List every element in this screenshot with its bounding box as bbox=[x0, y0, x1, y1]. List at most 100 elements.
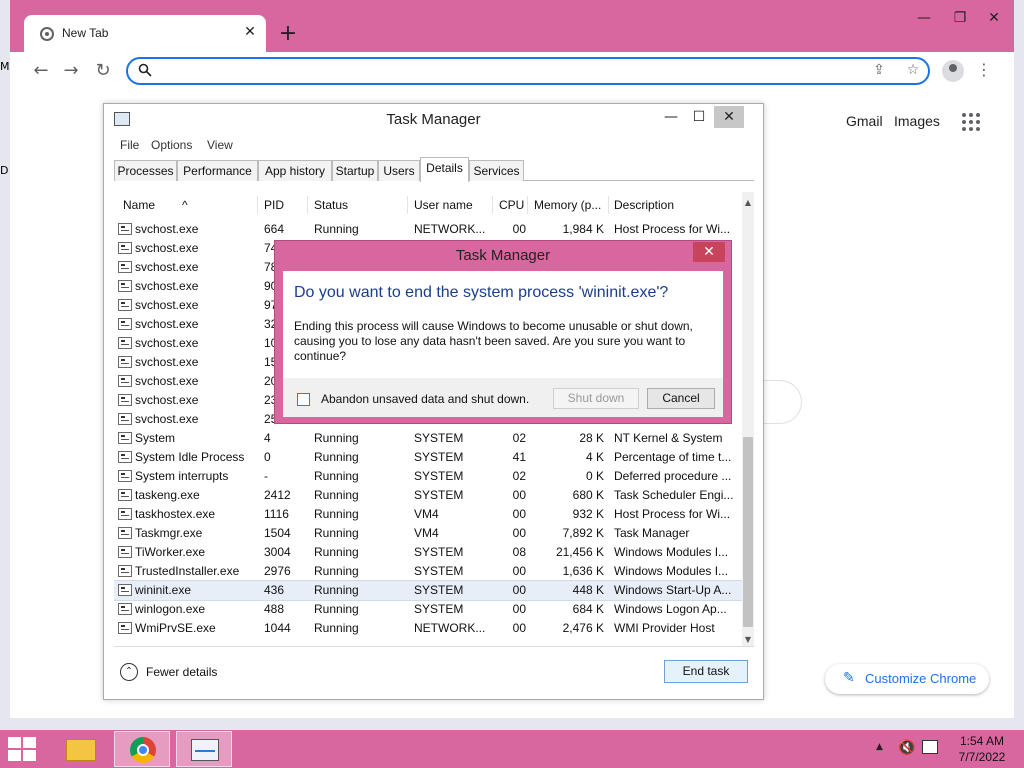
tm-close-button[interactable]: ✕ bbox=[714, 106, 744, 128]
tray-expand-icon[interactable]: ▲ bbox=[876, 742, 883, 752]
process-status: Running bbox=[314, 526, 359, 540]
taskbar: ▲ 🔇 1:54 AM 7/7/2022 bbox=[0, 730, 1024, 768]
process-pid: 1116 bbox=[264, 507, 289, 521]
tab-app-history[interactable]: App history bbox=[258, 160, 332, 181]
omnibox[interactable]: ⇪ ☆ bbox=[126, 57, 930, 85]
end-task-button[interactable]: End task bbox=[664, 660, 748, 683]
search-icon bbox=[138, 63, 152, 77]
cancel-button[interactable]: Cancel bbox=[647, 388, 715, 409]
col-cpu[interactable]: CPU bbox=[499, 198, 524, 212]
scroll-thumb[interactable] bbox=[743, 437, 753, 627]
customize-chrome-label: Customize Chrome bbox=[865, 671, 977, 686]
start-button[interactable] bbox=[8, 737, 38, 761]
table-row[interactable]: WmiPrvSE.exe 1044 Running NETWORK... 00 2,476… bbox=[114, 619, 742, 638]
tm-minimize-button[interactable]: — bbox=[656, 106, 686, 128]
back-button[interactable]: ← bbox=[30, 60, 52, 82]
col-description[interactable]: Description bbox=[614, 198, 674, 212]
process-icon bbox=[118, 622, 132, 634]
table-row[interactable]: svchost.exe 664 Running NETWORK... 00 1,984 K… bbox=[114, 220, 742, 239]
process-user: SYSTEM bbox=[414, 431, 464, 445]
tm-maximize-button[interactable]: ☐ bbox=[684, 106, 714, 128]
gmail-link[interactable]: Gmail bbox=[846, 113, 883, 129]
tab-users[interactable]: Users bbox=[378, 160, 420, 181]
bookmark-star-icon[interactable]: ☆ bbox=[904, 62, 922, 78]
col-memory[interactable]: Memory (p... bbox=[534, 198, 601, 212]
tab-processes[interactable]: Processes bbox=[114, 160, 177, 181]
col-name[interactable]: Name bbox=[123, 198, 155, 212]
col-pid[interactable]: PID bbox=[264, 198, 284, 212]
close-window-button[interactable]: ✕ bbox=[984, 10, 1004, 26]
table-row[interactable]: TiWorker.exe 3004 Running SYSTEM 08 21,456 K W… bbox=[114, 543, 742, 562]
images-link[interactable]: Images bbox=[894, 113, 940, 129]
reload-button[interactable]: ↻ bbox=[92, 60, 114, 82]
chrome-menu-icon[interactable]: ⋮ bbox=[976, 60, 992, 79]
process-icon bbox=[118, 318, 132, 330]
process-description: Percentage of time t... bbox=[614, 450, 732, 464]
tab-close-icon[interactable]: ✕ bbox=[242, 24, 258, 40]
process-cpu: 00 bbox=[512, 621, 526, 635]
table-row[interactable]: System 4 Running SYSTEM 02 28 K NT Kernel & Sy… bbox=[114, 429, 742, 448]
tab-performance[interactable]: Performance bbox=[177, 160, 258, 181]
menu-options[interactable]: Options bbox=[151, 138, 192, 152]
new-tab-button[interactable]: + bbox=[278, 23, 298, 45]
menu-file[interactable]: File bbox=[120, 138, 139, 152]
process-icon bbox=[118, 603, 132, 615]
customize-chrome-button[interactable]: ✎ Customize Chrome bbox=[825, 664, 989, 694]
process-cpu: 41 bbox=[512, 450, 526, 464]
col-status[interactable]: Status bbox=[314, 198, 348, 212]
table-row[interactable]: System Idle Process 0 Running SYSTEM 41 4 K Pe… bbox=[114, 448, 742, 467]
restore-button[interactable]: ❐ bbox=[950, 10, 970, 26]
process-user: SYSTEM bbox=[414, 469, 464, 483]
process-description: Task Scheduler Engi... bbox=[614, 488, 734, 502]
scroll-down-icon[interactable]: ▼ bbox=[742, 633, 754, 646]
shut-down-button: Shut down bbox=[553, 388, 639, 409]
fewer-details-button[interactable]: ⌃ Fewer details bbox=[120, 662, 240, 684]
folder-icon bbox=[66, 739, 96, 761]
process-name: svchost.exe bbox=[135, 317, 199, 331]
col-user-name[interactable]: User name bbox=[414, 198, 473, 212]
address-input[interactable] bbox=[162, 61, 862, 81]
table-row[interactable]: wininit.exe 436 Running SYSTEM 00 448 K Window… bbox=[114, 580, 743, 601]
dialog-close-button[interactable]: ✕ bbox=[693, 242, 725, 262]
google-apps-icon[interactable] bbox=[962, 113, 980, 131]
forward-button[interactable]: → bbox=[60, 60, 82, 82]
scroll-up-icon[interactable]: ▲ bbox=[742, 196, 754, 210]
tab-details[interactable]: Details bbox=[420, 157, 469, 182]
task-manager-titlebar[interactable]: Task Manager — ☐ ✕ bbox=[104, 104, 763, 134]
abandon-data-label[interactable]: Abandon unsaved data and shut down. bbox=[321, 392, 529, 406]
volume-muted-icon[interactable]: 🔇 bbox=[898, 740, 915, 756]
table-header: ^ Name PID Status User name CPU Memory (… bbox=[114, 192, 742, 218]
table-row[interactable]: Taskmgr.exe 1504 Running VM4 00 7,892 K Task M… bbox=[114, 524, 742, 543]
process-user: SYSTEM bbox=[414, 583, 464, 597]
process-status: Running bbox=[314, 564, 359, 578]
table-row[interactable]: winlogon.exe 488 Running SYSTEM 00 684 K Windo… bbox=[114, 600, 742, 619]
process-icon bbox=[118, 356, 132, 368]
taskbar-file-explorer[interactable] bbox=[52, 731, 108, 767]
process-icon bbox=[118, 242, 132, 254]
abandon-data-checkbox[interactable] bbox=[297, 393, 310, 406]
table-row[interactable]: taskeng.exe 2412 Running SYSTEM 00 680 K Task … bbox=[114, 486, 742, 505]
table-row[interactable]: TrustedInstaller.exe 2976 Running SYSTEM 00 1… bbox=[114, 562, 742, 581]
minimize-button[interactable]: — bbox=[914, 10, 934, 26]
browser-toolbar: ← → ↻ ⇪ ☆ ⋮ bbox=[10, 52, 1014, 90]
process-pid: 2976 bbox=[264, 564, 291, 578]
table-row[interactable]: taskhostex.exe 1116 Running VM4 00 932 K Host … bbox=[114, 505, 742, 524]
vertical-scrollbar[interactable]: ▲ ▼ bbox=[742, 192, 754, 646]
tab-startup[interactable]: Startup bbox=[332, 160, 378, 181]
menu-view[interactable]: View bbox=[207, 138, 233, 152]
process-memory: 448 K bbox=[572, 583, 604, 597]
process-name: TiWorker.exe bbox=[135, 545, 206, 559]
process-icon bbox=[118, 299, 132, 311]
process-name: svchost.exe bbox=[135, 222, 199, 236]
tab-new-tab[interactable]: New Tab ✕ bbox=[24, 15, 266, 52]
profile-avatar[interactable] bbox=[942, 60, 964, 82]
process-icon bbox=[118, 527, 132, 539]
system-clock[interactable]: 1:54 AM 7/7/2022 bbox=[950, 733, 1014, 765]
task-manager-menubar: File Options View bbox=[104, 135, 763, 155]
table-row[interactable]: System interrupts - Running SYSTEM 02 0 K Defe… bbox=[114, 467, 742, 486]
tab-services[interactable]: Services bbox=[469, 160, 524, 181]
taskbar-chrome[interactable] bbox=[114, 731, 170, 767]
taskbar-task-manager[interactable] bbox=[176, 731, 232, 767]
share-icon[interactable]: ⇪ bbox=[870, 62, 888, 78]
network-icon[interactable] bbox=[922, 740, 938, 754]
